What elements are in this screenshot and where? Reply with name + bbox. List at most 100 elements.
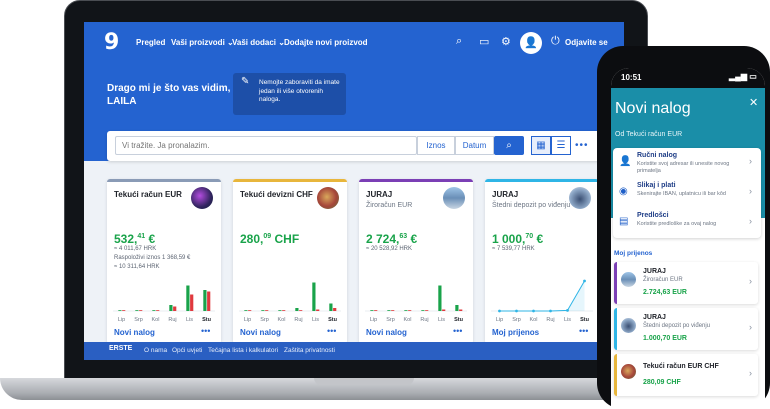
chart-bar <box>459 309 463 311</box>
phone-title: Novi nalog <box>615 100 691 117</box>
chevron-right-icon: › <box>749 216 752 226</box>
search-icon[interactable]: ⌕ <box>456 35 462 48</box>
card-chart: Lip Srp Kol Ruj Lis Stu <box>239 282 341 323</box>
nav-vasi-dodaci[interactable]: Vaši dodaci ⌄ <box>232 38 285 47</box>
card-more-icon[interactable]: ••• <box>201 326 210 336</box>
option-desc: Koristite predloške za ovaj nalog <box>637 221 717 227</box>
account-card[interactable]: JURAJ Štedni depozit po viđenju 1 000,70… <box>485 179 599 344</box>
card-action[interactable]: Novi nalog <box>240 328 281 337</box>
stage: 9 Pregled Vaši proizvodi ⌄ Vaši dodaci ⌄… <box>0 0 770 409</box>
chart-bar <box>244 310 248 311</box>
chart-point <box>583 279 586 283</box>
account-thumbnail <box>317 187 339 209</box>
card-title: JURAJ <box>366 190 393 199</box>
option-scan-pay[interactable]: ◉ Slikaj i plati Skenirajte IBAN, uplatn… <box>613 178 761 208</box>
card-accent <box>107 179 221 182</box>
footer-link[interactable]: O nama <box>144 347 167 354</box>
chart-bar <box>329 303 333 311</box>
chart-tick-label: Kol <box>530 317 538 323</box>
card-action[interactable]: Moj prijenos <box>492 328 539 337</box>
chart-tick-label: Stu <box>580 317 589 323</box>
chart-tick-label: Srp <box>512 317 521 323</box>
chart-bar <box>455 305 459 311</box>
footer-link[interactable]: Tečajna lista i kalkulatori <box>208 347 278 354</box>
balance-currency: € <box>410 232 418 246</box>
balance-currency: CHF <box>274 232 300 246</box>
chart-bar <box>421 310 425 311</box>
open-orders-notice[interactable]: ✎ Nemojte zaboraviti da imate jedan ili … <box>233 73 346 115</box>
template-icon: ▤ <box>619 216 629 227</box>
nav-vasi-proizvodi[interactable]: Vaši proizvodi ⌄ <box>171 38 234 47</box>
edit-icon: ✎ <box>241 76 250 87</box>
chart-bar <box>316 309 320 311</box>
chart-bar <box>135 310 139 311</box>
transfer-item[interactable]: Tekući račun EUR CHF 280,09 CHF › <box>614 354 758 396</box>
filter-datum[interactable]: Datum <box>455 136 494 155</box>
erste-logo[interactable]: 9 <box>104 30 119 55</box>
close-icon[interactable]: ✕ <box>749 96 758 109</box>
section-heading: Moj prijenos <box>614 250 653 257</box>
account-card[interactable]: Tekući devizni CHF 280,09 CHF Lip Srp Kol R… <box>233 179 347 344</box>
user-icon: 👤 <box>619 156 632 167</box>
transfer-amount: 1.000,70 EUR <box>643 335 687 342</box>
filter-iznos[interactable]: Iznos <box>417 136 455 155</box>
chevron-right-icon: › <box>749 186 752 196</box>
more-options-icon[interactable]: ••• <box>575 140 589 151</box>
card-accent <box>485 179 599 182</box>
card-action[interactable]: Novi nalog <box>366 328 407 337</box>
laptop-notch <box>314 378 414 385</box>
phone-status-bar: 10:51 ▂▄▆ ▭ <box>611 68 765 88</box>
list-view-icon[interactable]: ☰ <box>551 136 571 155</box>
chart-tick-label: Kol <box>404 317 412 323</box>
chart-bar <box>169 305 173 311</box>
nav-dodajte-proizvod[interactable]: Dodajte novi proizvod <box>284 38 368 47</box>
footer-link[interactable]: Zaštita privatnosti <box>284 347 335 354</box>
account-card[interactable]: Tekući račun EUR 532,41 € ≈ 4 011,67 HRK… <box>107 179 221 344</box>
chart-point <box>498 309 501 313</box>
card-more-icon[interactable]: ••• <box>327 326 336 336</box>
balance-int: 280, <box>240 232 264 246</box>
chart-bar <box>370 310 374 311</box>
gear-icon[interactable]: ⚙ <box>501 35 511 48</box>
footer-link[interactable]: Opći uvjeti <box>172 347 202 354</box>
chevron-right-icon: › <box>749 156 752 166</box>
option-templates[interactable]: ▤ Predlošci Koristite predloške za ovaj … <box>613 208 761 238</box>
chart-bar <box>425 310 429 311</box>
chart-tick-label: Stu <box>328 317 337 323</box>
grid-view-icon[interactable]: ▦ <box>531 136 551 155</box>
card-action[interactable]: Novi nalog <box>114 328 155 337</box>
option-desc: Skenirajte IBAN, uplatnicu ili bar kôd <box>637 191 726 197</box>
search-button[interactable]: ⌕ <box>494 136 524 155</box>
balance-int: 532, <box>114 232 138 246</box>
erste-brand[interactable]: ERSTE <box>109 345 132 352</box>
chart-bar <box>139 310 143 311</box>
nav-pregled[interactable]: Pregled <box>136 38 165 47</box>
option-manual-order[interactable]: 👤 Ručni nalog Koristite svoj adresar ili… <box>613 148 761 178</box>
chart-bar <box>295 308 299 311</box>
notice-text: Nemojte zaboraviti da imate jedan ili vi… <box>259 79 340 103</box>
card-more-icon[interactable]: ••• <box>453 326 462 336</box>
balance-currency: € <box>536 232 544 246</box>
chart-bar <box>374 310 378 311</box>
search-input[interactable] <box>115 136 417 155</box>
nav-label: Vaši proizvodi <box>171 38 225 47</box>
user-avatar[interactable]: 👤 <box>520 32 542 54</box>
chart-bar <box>387 310 391 311</box>
card-accent <box>233 179 347 182</box>
transfer-item[interactable]: JURAJ Štedni depozit po viđenju 1.000,70… <box>614 308 758 350</box>
card-more-icon[interactable]: ••• <box>579 326 588 336</box>
card-balance: 2 724,63 € <box>366 232 417 246</box>
chart-bar <box>404 310 408 311</box>
balance-dec: 63 <box>399 233 408 240</box>
account-card[interactable]: JURAJ Žiroračun EUR 2 724,63 € ≈ 20 528,… <box>359 179 473 344</box>
phone-app-screen: 10:51 ▂▄▆ ▭ Novi nalog Od Tekući račun E… <box>611 68 765 409</box>
logout-link[interactable]: Odjavite se <box>565 38 608 47</box>
chevron-right-icon: › <box>749 322 752 332</box>
chart-tick-label: Lis <box>312 317 319 323</box>
card-line: ≈ 20 528,92 HRK <box>366 246 412 252</box>
chat-icon[interactable]: ▭ <box>479 35 489 48</box>
power-icon[interactable]: ⏻ <box>551 35 560 48</box>
card-chart: Lip Srp Kol Ruj Lis Stu <box>365 285 467 323</box>
transfer-item[interactable]: JURAJ Žiroračun EUR 2.724,63 EUR › <box>614 262 758 304</box>
card-chart: Lip Srp Kol Ruj Lis Stu <box>113 285 215 323</box>
